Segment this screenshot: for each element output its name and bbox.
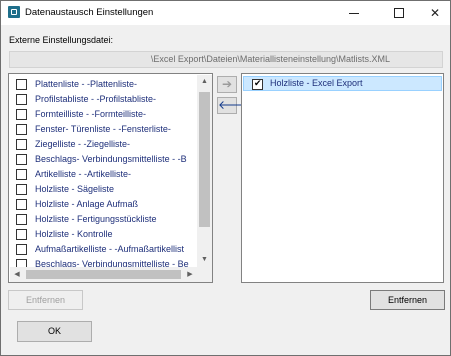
scroll-up-icon[interactable]: ▲	[197, 75, 212, 89]
dialog-window: Datenaustausch Einstellungen ✕ Externe E…	[0, 0, 451, 356]
remove-left-button[interactable]: Entfernen	[8, 290, 83, 310]
hscroll-thumb[interactable]	[26, 270, 181, 279]
scroll-down-icon[interactable]: ▼	[197, 253, 212, 267]
list-item-label: Profilstabliste - -Profilstabliste-	[35, 94, 157, 104]
remove-from-selection-button[interactable]: 🡐	[217, 97, 250, 114]
list-item-label: Beschlags- Verbindungsmittelliste - -B	[35, 154, 187, 164]
minimize-button[interactable]	[339, 1, 369, 25]
checkbox[interactable]	[16, 139, 27, 150]
remove-right-button[interactable]: Entfernen	[370, 290, 445, 310]
ok-button[interactable]: OK	[17, 321, 92, 342]
title-bar: Datenaustausch Einstellungen ✕	[1, 1, 450, 25]
settings-file-path: \Excel Export\Dateien\Materiallisteneins…	[9, 51, 443, 68]
scroll-left-icon[interactable]: ◀	[10, 267, 24, 282]
app-icon	[8, 6, 20, 18]
checkbox[interactable]	[16, 124, 27, 135]
checkbox[interactable]	[16, 184, 27, 195]
settings-file-label: Externe Einstellungsdatei:	[9, 35, 114, 45]
close-icon: ✕	[429, 6, 441, 20]
list-item-label: Holzliste - Anlage Aufmaß	[35, 199, 139, 209]
close-button[interactable]: ✕	[420, 1, 450, 25]
minimize-icon	[349, 13, 359, 15]
checkbox[interactable]	[16, 79, 27, 90]
vertical-scrollbar[interactable]: ▲ ▼	[197, 75, 212, 267]
arrow-right-icon: ➔	[221, 77, 233, 91]
selected-lists-box[interactable]: ✔ Holzliste - Excel Export	[241, 73, 444, 283]
list-item-label: Fenster- Türenliste - -Fensterliste-	[35, 124, 171, 134]
checkbox[interactable]	[16, 229, 27, 240]
list-item-label: Ziegelliste - -Ziegelliste-	[35, 139, 131, 149]
check-icon: ✔	[254, 78, 262, 88]
checkbox[interactable]	[16, 199, 27, 210]
list-item-label: Holzliste - Sägeliste	[35, 184, 115, 194]
checkbox[interactable]	[16, 169, 27, 180]
list-item-label: Holzliste - Excel Export	[270, 78, 363, 88]
checkbox[interactable]	[16, 244, 27, 255]
horizontal-scrollbar[interactable]: ◀ ▶	[10, 267, 197, 282]
list-item-label: Holzliste - Kontrolle	[35, 229, 113, 239]
checkbox[interactable]	[16, 109, 27, 120]
maximize-icon	[394, 7, 404, 18]
list-item-label: Plattenliste - -Plattenliste-	[35, 79, 138, 89]
available-lists-box[interactable]: Plattenliste - -Plattenliste- Profilstabl…	[8, 73, 213, 283]
checkbox[interactable]	[16, 94, 27, 105]
checkbox-checked[interactable]: ✔	[252, 78, 263, 90]
list-item-label: Artikelliste - -Artikelliste-	[35, 169, 132, 179]
list-item-label: Formteilliste - -Formteilliste-	[35, 109, 147, 119]
checkbox[interactable]	[16, 214, 27, 225]
list-item-label: Holzliste - Fertigungsstückliste	[35, 214, 157, 224]
scroll-thumb[interactable]	[199, 92, 210, 227]
scroll-corner	[197, 267, 212, 282]
window-title: Datenaustausch Einstellungen	[25, 7, 154, 18]
list-item[interactable]: ✔ Holzliste - Excel Export	[243, 76, 442, 91]
scroll-right-icon[interactable]: ▶	[183, 267, 197, 282]
list-item-label: Aufmaßartikelliste - -Aufmaßartikellist	[35, 244, 185, 254]
checkbox[interactable]	[16, 154, 27, 165]
add-to-selection-button[interactable]: ➔	[217, 76, 237, 93]
maximize-button[interactable]	[384, 1, 414, 25]
